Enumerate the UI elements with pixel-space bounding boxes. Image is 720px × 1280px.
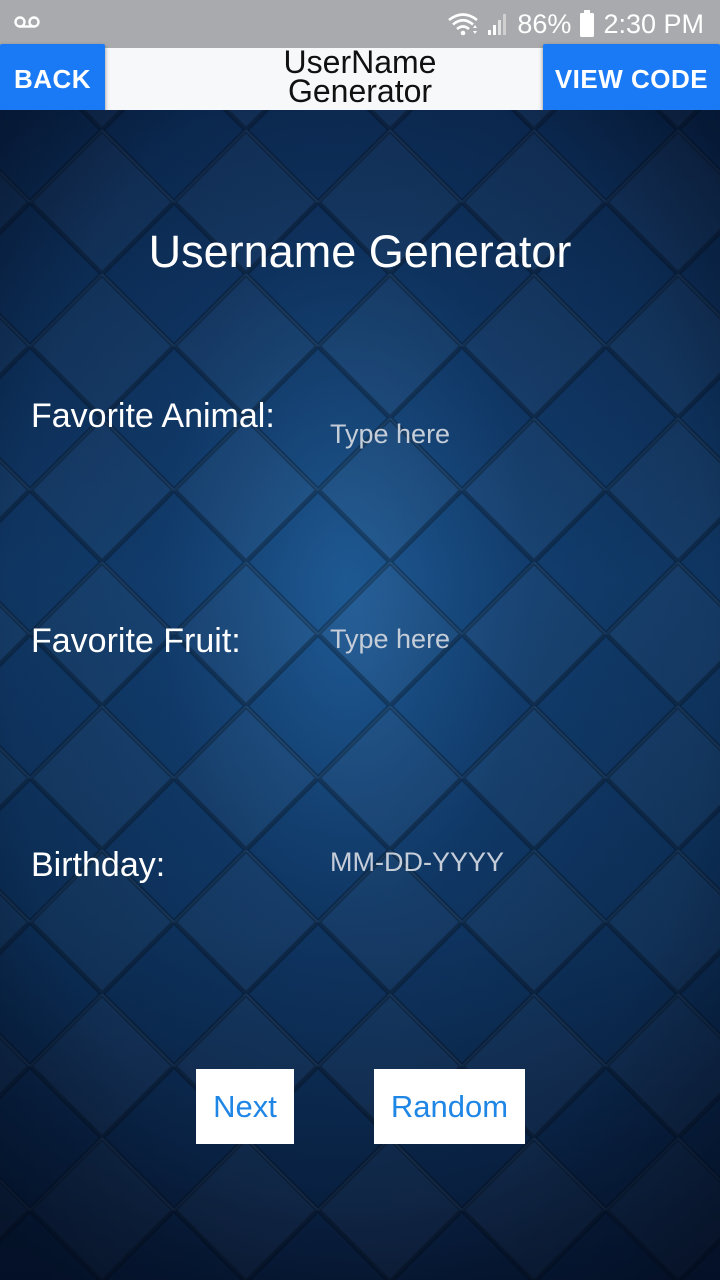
next-button[interactable]: Next bbox=[196, 1069, 294, 1144]
battery-icon bbox=[579, 10, 595, 38]
favorite-fruit-input[interactable] bbox=[330, 617, 690, 661]
favorite-animal-label: Favorite Animal: bbox=[31, 397, 275, 435]
random-button[interactable]: Random bbox=[374, 1069, 525, 1144]
status-bar: 86% 2:30 PM bbox=[0, 0, 720, 48]
clock-time: 2:30 PM bbox=[603, 8, 704, 39]
signal-icon bbox=[487, 12, 509, 36]
battery-percent: 86% bbox=[517, 8, 572, 39]
birthday-input[interactable] bbox=[330, 840, 690, 884]
form-area: Username Generator Favorite Animal: Favo… bbox=[0, 110, 720, 1280]
form-heading: Username Generator bbox=[148, 226, 572, 277]
voicemail-icon bbox=[14, 15, 40, 34]
diamond-pattern-background bbox=[0, 110, 720, 1280]
back-button[interactable]: BACK bbox=[0, 44, 105, 114]
page-title: UserName Generator bbox=[190, 48, 530, 109]
title-line-2: Generator bbox=[287, 73, 433, 109]
birthday-label: Birthday: bbox=[31, 846, 166, 884]
favorite-animal-input[interactable] bbox=[330, 412, 690, 456]
app-screen: 86% 2:30 PM UserName Generator BACK VIEW… bbox=[0, 0, 720, 1280]
favorite-fruit-label: Favorite Fruit: bbox=[31, 622, 241, 660]
view-code-button[interactable]: VIEW CODE bbox=[543, 44, 720, 114]
wifi-icon bbox=[447, 11, 479, 37]
